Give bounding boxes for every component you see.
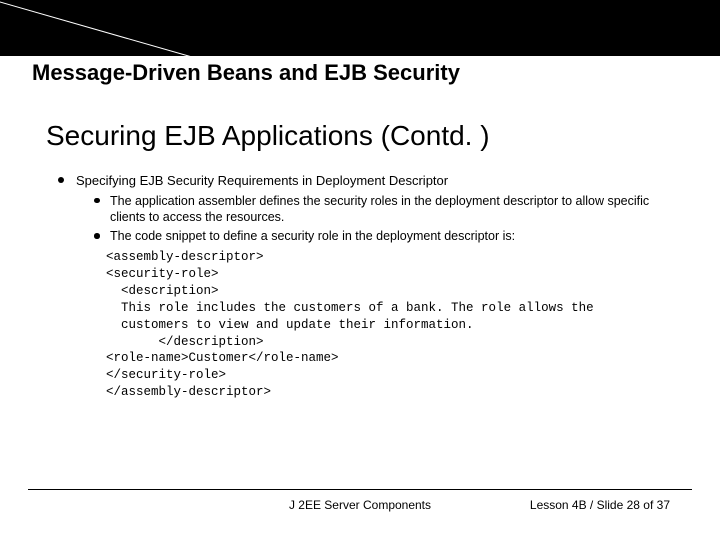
main-content: Securing EJB Applications (Contd. ) Spec… xyxy=(46,120,686,403)
slide: Message-Driven Beans and EJB Security Se… xyxy=(0,0,720,540)
bullet-level1: Specifying EJB Security Requirements in … xyxy=(58,172,686,401)
bullet-level2-text-1: The application assembler defines the se… xyxy=(110,194,649,225)
slide-title: Securing EJB Applications (Contd. ) xyxy=(46,120,686,152)
header-black-band xyxy=(0,0,720,56)
footer-right-text: Lesson 4B / Slide 28 of 37 xyxy=(530,498,670,512)
header-title: Message-Driven Beans and EJB Security xyxy=(32,60,460,86)
bullet-level1-text: Specifying EJB Security Requirements in … xyxy=(76,173,448,188)
header-band xyxy=(0,0,720,56)
footer-divider xyxy=(28,489,692,490)
bullet-level2: The application assembler defines the se… xyxy=(94,193,686,227)
bullet-level2-text-2: The code snippet to define a security ro… xyxy=(110,229,515,243)
code-snippet: <assembly-descriptor> <security-role> <d… xyxy=(106,249,686,401)
bullet-level2: The code snippet to define a security ro… xyxy=(94,228,686,245)
